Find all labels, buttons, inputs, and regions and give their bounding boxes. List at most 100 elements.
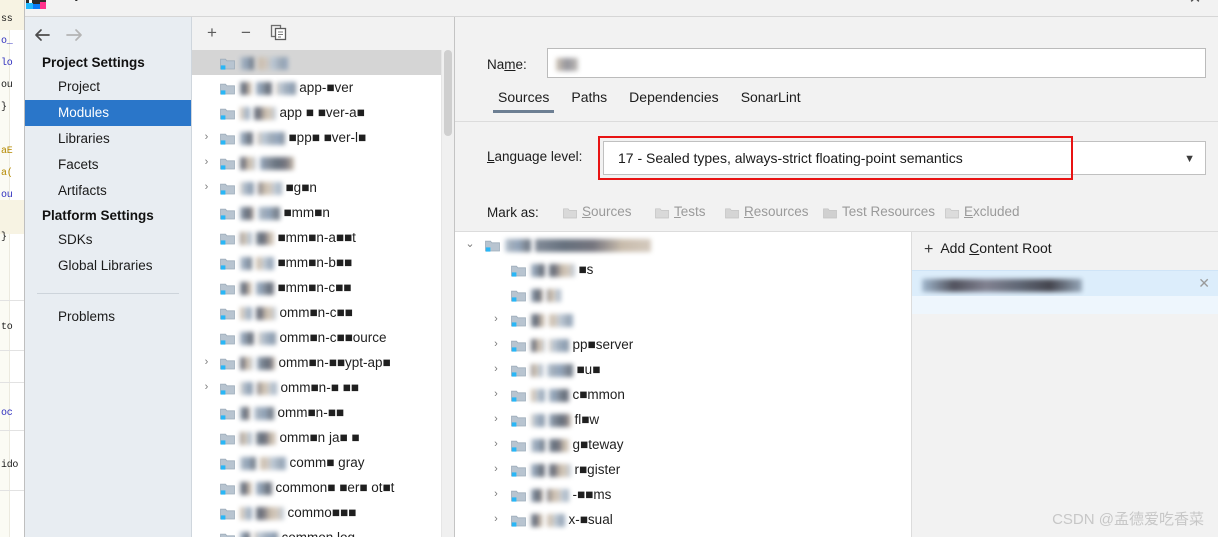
redacted-text bbox=[240, 106, 250, 120]
add-content-root-button[interactable]: + Add Content Root bbox=[924, 240, 1052, 259]
remove-module-button[interactable]: − bbox=[234, 22, 258, 44]
tab-dependencies[interactable]: Dependencies bbox=[618, 89, 730, 113]
close-icon[interactable]: ✕ bbox=[1198, 275, 1210, 292]
mark-as-tests-button[interactable]: Tests bbox=[655, 204, 706, 219]
content-tree-item[interactable]: › x-■sual bbox=[455, 507, 911, 532]
redacted-text bbox=[256, 356, 275, 370]
content-tree-item[interactable]: › fl■w bbox=[455, 407, 911, 432]
redacted-text bbox=[240, 81, 252, 95]
scrollbar-thumb[interactable] bbox=[444, 50, 452, 136]
sidebar-item-project[interactable]: Project bbox=[25, 74, 191, 100]
copy-icon[interactable] bbox=[266, 22, 290, 44]
module-list-item[interactable]: omm■n-■■ bbox=[192, 400, 454, 425]
redacted-text bbox=[275, 81, 296, 95]
module-list-item[interactable]: omm■n-c■■ bbox=[192, 300, 454, 325]
plus-icon: + bbox=[924, 241, 934, 258]
mark-as-excluded-button[interactable]: Excluded bbox=[945, 204, 1020, 219]
content-root-tree[interactable]: ⌄ ■s › › pp■server › ■u■ › c■mmon › fl■w › g… bbox=[455, 232, 912, 537]
module-list-item[interactable]: › bbox=[192, 150, 454, 175]
module-list-item[interactable]: comm■ gray bbox=[192, 450, 454, 475]
module-list-item[interactable]: common log bbox=[192, 525, 454, 537]
chevron-right-icon[interactable]: › bbox=[200, 175, 213, 200]
module-list-item[interactable]: ■mm■n bbox=[192, 200, 454, 225]
module-list-item-label: ■mm■n-a■■t bbox=[277, 230, 356, 245]
mark-as-resources-button[interactable]: Resources bbox=[725, 204, 809, 219]
content-tree-item[interactable]: › bbox=[455, 307, 911, 332]
chevron-down-icon[interactable]: ▼ bbox=[1184, 153, 1195, 165]
tab-paths[interactable]: Paths bbox=[560, 89, 618, 113]
mark-as-test-resources-button[interactable]: Test Resources bbox=[823, 204, 935, 219]
chevron-right-icon[interactable]: › bbox=[489, 482, 503, 507]
content-tree-item[interactable]: › ■u■ bbox=[455, 357, 911, 382]
redacted-text bbox=[253, 106, 276, 120]
sidebar-item-global-libraries[interactable]: Global Libraries bbox=[25, 253, 191, 279]
module-list-item[interactable]: omm■n-c■■ource bbox=[192, 325, 454, 350]
redacted-text bbox=[531, 313, 545, 327]
chevron-right-icon[interactable]: › bbox=[489, 507, 503, 532]
background-code-line: a( bbox=[1, 168, 13, 179]
sidebar-item-sdks[interactable]: SDKs bbox=[25, 227, 191, 253]
sidebar-item-facets[interactable]: Facets bbox=[25, 152, 191, 178]
module-list-item[interactable]: › omm■n-■ ■■ bbox=[192, 375, 454, 400]
redacted-text bbox=[255, 306, 276, 320]
module-list-scrollbar[interactable] bbox=[441, 50, 454, 537]
tab-sonarlint[interactable]: SonarLint bbox=[730, 89, 812, 113]
module-list-item[interactable]: app ■ ■ver-a■ bbox=[192, 100, 454, 125]
content-tree-item[interactable]: › g■teway bbox=[455, 432, 911, 457]
module-list-item[interactable]: ■mm■n-b■■ bbox=[192, 250, 454, 275]
mark-as-sources-button[interactable]: Sources bbox=[563, 204, 632, 219]
module-list-item[interactable]: common■ ■er■ ot■t bbox=[192, 475, 454, 500]
close-icon[interactable]: ✕ bbox=[1184, 0, 1206, 8]
add-module-button[interactable]: + bbox=[200, 22, 224, 44]
content-root-item[interactable]: ✕ bbox=[912, 270, 1218, 297]
tab-sources[interactable]: Sources bbox=[487, 89, 560, 113]
chevron-right-icon[interactable]: › bbox=[489, 357, 503, 382]
language-level-combobox[interactable]: 17 - Sealed types, always-strict floatin… bbox=[603, 141, 1206, 175]
module-list-item[interactable]: omm■n ja■ ■ bbox=[192, 425, 454, 450]
chevron-right-icon[interactable]: › bbox=[200, 125, 213, 150]
content-tree-item[interactable]: ■s bbox=[455, 257, 911, 282]
module-list-item[interactable] bbox=[192, 50, 454, 75]
sidebar-item-artifacts[interactable]: Artifacts bbox=[25, 178, 191, 204]
content-tree-item-body: x-■sual bbox=[511, 512, 613, 527]
dialog-title: Project Structure bbox=[53, 0, 161, 2]
sidebar-item-libraries[interactable]: Libraries bbox=[25, 126, 191, 152]
module-name-input[interactable] bbox=[547, 48, 1206, 78]
module-name-value-redacted bbox=[556, 56, 578, 71]
chevron-right-icon[interactable]: › bbox=[200, 350, 213, 375]
content-tree-item[interactable] bbox=[455, 282, 911, 307]
module-list-item[interactable]: › ■g■n bbox=[192, 175, 454, 200]
module-list-scrollarea[interactable]: app-■ver app ■ ■ver-a■ › ■pp■ ■ver-l■ › › … bbox=[192, 50, 454, 537]
chevron-right-icon[interactable]: › bbox=[489, 382, 503, 407]
chevron-right-icon[interactable]: › bbox=[200, 375, 213, 400]
redacted-text bbox=[255, 431, 276, 445]
module-list-item[interactable]: ■mm■n-c■■ bbox=[192, 275, 454, 300]
content-tree-item[interactable]: › pp■server bbox=[455, 332, 911, 357]
chevron-right-icon[interactable]: › bbox=[489, 307, 503, 332]
redacted-text bbox=[253, 406, 274, 420]
content-tree-item[interactable]: › r■gister bbox=[455, 457, 911, 482]
content-tree-item[interactable]: › c■mmon bbox=[455, 382, 911, 407]
chevron-right-icon[interactable]: › bbox=[489, 457, 503, 482]
module-list-item[interactable]: › ■pp■ ■ver-l■ bbox=[192, 125, 454, 150]
module-list-item-label: omm■n-■■ypt-ap■ bbox=[278, 355, 391, 370]
background-code-line: to bbox=[1, 322, 13, 333]
sidebar-item-modules[interactable]: Modules bbox=[25, 100, 191, 126]
folder-icon bbox=[220, 333, 235, 345]
module-list-item[interactable]: ■mm■n-a■■t bbox=[192, 225, 454, 250]
chevron-right-icon[interactable]: › bbox=[489, 332, 503, 357]
chevron-right-icon[interactable]: › bbox=[489, 407, 503, 432]
content-tree-item[interactable]: › -■■ms bbox=[455, 482, 911, 507]
sidebar-item-problems[interactable]: Problems bbox=[25, 304, 191, 330]
content-tree-item[interactable]: ⌄ bbox=[455, 232, 911, 257]
redacted-text bbox=[531, 338, 545, 352]
module-list-item[interactable]: › omm■n-■■ypt-ap■ bbox=[192, 350, 454, 375]
chevron-right-icon[interactable]: › bbox=[200, 150, 213, 175]
arrow-left-icon[interactable] bbox=[32, 25, 54, 45]
chevron-right-icon[interactable]: › bbox=[489, 432, 503, 457]
module-list-item[interactable]: commo■■■ bbox=[192, 500, 454, 525]
arrow-right-icon[interactable] bbox=[63, 25, 85, 45]
chevron-down-icon[interactable]: ⌄ bbox=[463, 232, 477, 257]
module-list-item[interactable]: app-■ver bbox=[192, 75, 454, 100]
content-tree-item-label: ■s bbox=[578, 262, 594, 277]
